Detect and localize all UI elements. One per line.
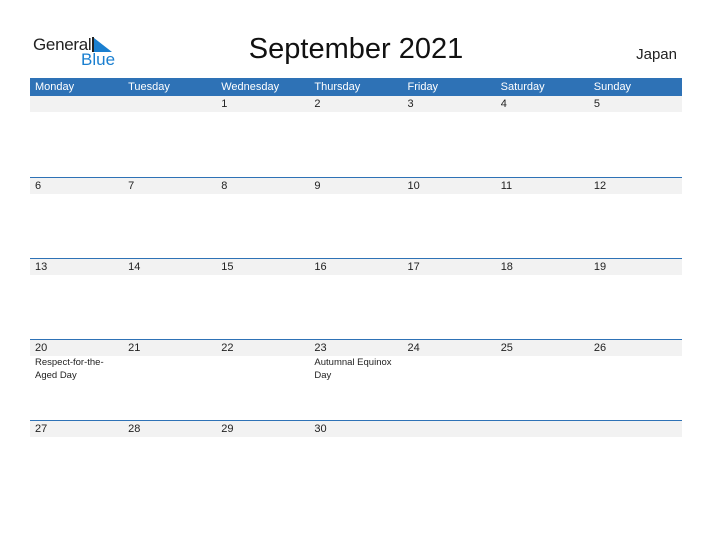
day-number: 21	[128, 342, 141, 354]
day-number: 4	[500, 98, 507, 110]
day-number: 20	[35, 342, 48, 354]
day-cell: 29	[216, 421, 309, 502]
day-cell: 28	[123, 421, 216, 502]
day-cell: 22	[216, 340, 309, 421]
day-number: 27	[35, 423, 48, 435]
day-number	[128, 96, 216, 112]
day-number: 26	[593, 342, 607, 354]
day-cell: 10	[403, 178, 496, 259]
day-cell: 12	[589, 178, 682, 259]
day-number: 16	[314, 261, 327, 273]
day-cell: 15	[216, 259, 309, 340]
day-number: 23	[314, 342, 327, 354]
weekday-wednesday: Wednesday	[221, 81, 280, 93]
day-number: 13	[35, 261, 48, 273]
weekday-saturday: Saturday	[500, 81, 545, 93]
day-number: 22	[221, 342, 234, 354]
day-cell: 13	[30, 259, 123, 340]
weekday-monday: Monday	[35, 81, 75, 93]
day-cell	[496, 421, 589, 502]
day-number: 18	[500, 261, 513, 273]
day-number: 15	[221, 261, 234, 273]
day-number: 30	[314, 423, 327, 435]
day-cell: 24	[403, 340, 496, 421]
day-cell: 26	[589, 340, 682, 421]
day-cell: 3	[403, 96, 496, 177]
day-cell: 27	[30, 421, 123, 502]
day-number: 17	[407, 261, 420, 273]
day-cell: 2	[309, 96, 402, 177]
day-number	[408, 421, 496, 437]
day-number: 3	[407, 98, 414, 110]
day-number: 5	[593, 98, 600, 110]
weekday-tuesday: Tuesday	[128, 81, 170, 93]
day-cell	[123, 96, 216, 177]
day-cell: 6	[30, 178, 123, 259]
day-number: 19	[593, 261, 607, 273]
day-cell: 5	[589, 96, 682, 177]
day-cell: 9	[309, 178, 402, 259]
week-row: 27 28 29 30	[30, 420, 682, 502]
day-cell: 16	[309, 259, 402, 340]
day-number: 10	[407, 180, 420, 192]
weekday-thursday: Thursday	[314, 81, 361, 93]
day-cell: 8	[216, 178, 309, 259]
holiday-label: Respect-for-the-Aged Day	[35, 357, 104, 381]
holiday-label: Autumnal Equinox Day	[314, 357, 392, 381]
day-cell: 23 Autumnal Equinox Day	[309, 340, 402, 421]
day-cell: 30	[309, 421, 402, 502]
weekday-sunday: Sunday	[593, 81, 632, 93]
day-number	[501, 421, 589, 437]
day-number: 2	[314, 98, 321, 110]
day-cell: 17	[403, 259, 496, 340]
day-number: 29	[221, 423, 234, 435]
day-cell: 11	[496, 178, 589, 259]
calendar-title: September 2021	[248, 33, 464, 65]
day-number: 1	[221, 98, 228, 110]
day-cell	[403, 421, 496, 502]
day-number: 24	[407, 342, 420, 354]
day-cell: 7	[123, 178, 216, 259]
weekday-header: Monday Tuesday Wednesday Thursday Friday Satu…	[30, 78, 682, 96]
weekday-friday: Friday	[407, 81, 439, 93]
day-cell: 21	[123, 340, 216, 421]
day-number: 6	[35, 180, 42, 192]
day-cell: 25	[496, 340, 589, 421]
day-cell: 1	[216, 96, 309, 177]
week-row: 20 Respect-for-the-Aged Day 21 22 23 Autumnal…	[30, 339, 682, 421]
day-cell: 19	[589, 259, 682, 340]
day-cell: 18	[496, 259, 589, 340]
day-number: 28	[128, 423, 141, 435]
week-row: 13 14 15 16 17 18 19	[30, 258, 682, 340]
day-number: 12	[593, 180, 607, 192]
week-row: 1 2 3 4 5	[30, 96, 682, 177]
day-number: 25	[500, 342, 513, 354]
day-cell: 4	[496, 96, 589, 177]
day-cell: 14	[123, 259, 216, 340]
day-number: 7	[128, 180, 135, 192]
day-number	[594, 421, 682, 437]
country-label: Japan	[636, 46, 677, 63]
day-number: 14	[128, 261, 141, 273]
day-number: 9	[314, 180, 321, 192]
week-row: 6 7 8 9 10 11 12	[30, 177, 682, 259]
day-number: 8	[221, 180, 228, 192]
day-number: 11	[500, 180, 513, 192]
day-cell: 20 Respect-for-the-Aged Day	[30, 340, 123, 421]
day-number	[35, 96, 123, 112]
day-cell	[30, 96, 123, 177]
day-cell	[589, 421, 682, 502]
